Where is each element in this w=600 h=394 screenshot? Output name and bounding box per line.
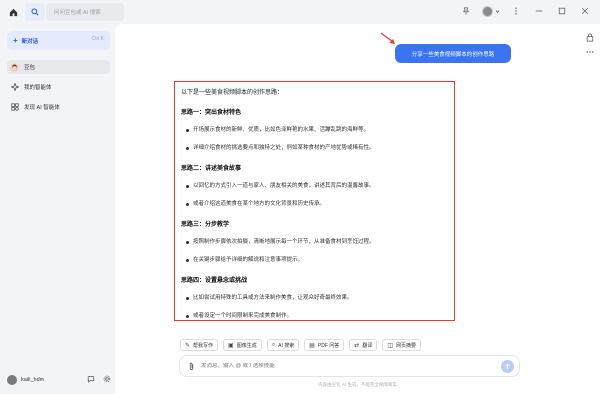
image-icon: ▣ — [228, 342, 234, 349]
chip-label: PDF 问答 — [317, 342, 340, 349]
pen-icon: ✎ — [185, 342, 191, 349]
assistant-response: 以下是一些美食视频脚本的创作思路： 思路一：突出食材特色 开场展示食材的新鲜、优… — [174, 81, 455, 321]
chip-web-summary[interactable]: ◫ 网页摘要 — [382, 339, 422, 351]
avatar — [7, 375, 17, 385]
chat-panel: 分享一些美食视频脚本的创作思路 以下是一些美食视频脚本的创作思路： 思路一：突出… — [115, 24, 600, 394]
user-actions — [87, 375, 111, 383]
avatar — [482, 5, 493, 17]
minimize-icon — [535, 10, 543, 12]
chevron-down-icon — [495, 9, 500, 13]
sidebar-item-label: 发现 AI 智能体 — [24, 105, 60, 111]
home-icon — [9, 8, 17, 16]
chip-pdf-qa[interactable]: ▤ PDF 问答 — [304, 339, 345, 351]
chip-label: 网页摘要 — [396, 342, 417, 349]
chip-image-generation[interactable]: ▣ 图像生成 — [223, 339, 262, 351]
window-controls — [459, 4, 592, 18]
maximize-icon — [558, 7, 566, 15]
list-item: 比如尝试用特殊的工具或方法来制作美食，让观众好奇最终效果。 — [181, 295, 448, 302]
section-title: 思路四：设置悬念或挑战 — [181, 278, 248, 284]
user-profile[interactable]: kaili_hdm — [7, 373, 111, 387]
chat-bubble-icon[interactable] — [87, 375, 95, 383]
list-item: 以回忆的方式引入一道与家人、朋友相关的美食，讲述其背后的温馨故事。 — [181, 183, 448, 190]
arrow-up-icon — [505, 363, 510, 369]
search-tab-button[interactable] — [25, 3, 45, 21]
doubao-avatar-icon — [10, 62, 19, 72]
skill-chips: ✎ 帮我写作 ▣ 图像生成 ⌕ AI 搜索 ▤ PDF 问答 ⇄ 翻译 ◫ 网页… — [180, 339, 422, 351]
list-item: 开场展示食材的新鲜、优质，比如色泽鲜艳的水果、活蹦乱跳的海鲜等。 — [181, 127, 448, 134]
chip-translate[interactable]: ⇄ 翻译 — [349, 339, 378, 351]
close-button[interactable] — [578, 4, 592, 18]
gear-icon[interactable] — [103, 375, 111, 383]
pin-button[interactable] — [459, 4, 473, 18]
message-input[interactable] — [201, 363, 481, 369]
maximize-button[interactable] — [555, 4, 569, 18]
list-item: 或者设定一个时间限制来完成美食制作。 — [181, 313, 448, 320]
search-icon — [31, 8, 39, 16]
new-chat-button[interactable]: + 新对话 Ctrl K — [7, 31, 110, 50]
message-composer — [179, 355, 520, 377]
chip-label: 翻译 — [362, 342, 373, 349]
sparkle-icon — [10, 83, 19, 92]
sidebar-item-my-agents[interactable]: 我的智能体 — [7, 80, 110, 94]
attachment-icon[interactable] — [188, 362, 195, 371]
more-horizontal-icon[interactable] — [586, 50, 594, 54]
title-bar: 问问豆包或 AI 搜索 — [0, 0, 600, 24]
translate-icon: ⇄ — [354, 342, 360, 349]
pin-icon — [462, 7, 470, 15]
section-2: 思路二：讲述美食故事 以回忆的方式引入一道与家人、朋友相关的美食，讲述其背后的温… — [181, 163, 448, 208]
chip-writing[interactable]: ✎ 帮我写作 — [180, 339, 219, 351]
user-message-bubble: 分享一些美食视频脚本的创作思路 — [395, 44, 511, 63]
more-vertical-icon — [515, 7, 517, 15]
section-4: 思路四：设置悬念或挑战 比如尝试用特殊的工具或方法来制作美食，让观众好奇最终效果… — [181, 275, 448, 320]
home-button[interactable] — [6, 5, 20, 19]
minimize-button[interactable] — [532, 4, 546, 18]
search-icon: ⌕ — [271, 341, 276, 348]
grid-icon — [10, 103, 19, 112]
annotation-arrow — [380, 32, 395, 44]
section-3: 思路三：分步教学 按照制作步骤依次拍摄，清晰地展示每一个环节，从准备食材到烹饪过… — [181, 219, 448, 264]
section-1: 思路一：突出食材特色 开场展示食材的新鲜、优质，比如色泽鲜艳的水果、活蹦乱跳的海… — [181, 107, 448, 152]
section-title: 思路二：讲述美食故事 — [181, 166, 242, 172]
app-window: 问问豆包或 AI 搜索 + 新对话 Ctrl K 豆包 我的智能体 发现 AI … — [0, 0, 600, 394]
sidebar: + 新对话 Ctrl K 豆包 我的智能体 发现 AI 智能体 kaili_hd… — [0, 24, 115, 394]
search-input[interactable]: 问问豆包或 AI 搜索 — [46, 3, 124, 21]
sidebar-item-label: 豆包 — [24, 65, 36, 71]
user-name: kaili_hdm — [21, 377, 45, 383]
new-chat-label: 新对话 — [21, 38, 39, 45]
list-item: 详细介绍食材的挑选要点和独特之处，例如某种食材的产地优势或稀有性。 — [181, 145, 448, 152]
list-item: 或者介绍这道美食在某个地方的文化背景和历史传承。 — [181, 201, 448, 208]
chip-label: 帮我写作 — [193, 342, 214, 349]
sidebar-item-discover-agents[interactable]: 发现 AI 智能体 — [7, 100, 110, 114]
sidebar-item-label: 我的智能体 — [24, 85, 52, 91]
user-message-text: 分享一些美食视频脚本的创作思路 — [411, 51, 495, 58]
list-item: 在关键步骤给予详细的解说和注意事项提示。 — [181, 257, 448, 264]
pdf-icon: ▤ — [309, 342, 315, 349]
account-menu[interactable] — [482, 4, 500, 18]
close-icon — [581, 7, 589, 15]
section-title: 思路一：突出食材特色 — [181, 110, 242, 116]
disclaimer: 内容由豆包 AI 生成，不能完全保障真实 — [318, 382, 397, 387]
response-intro: 以下是一些美食视频脚本的创作思路： — [181, 90, 284, 96]
lock-icon[interactable] — [586, 33, 594, 42]
sidebar-item-doubao[interactable]: 豆包 — [7, 60, 110, 74]
plus-icon: + — [13, 36, 18, 45]
chip-label: AI 搜索 — [278, 342, 295, 349]
section-title: 思路三：分步教学 — [181, 222, 230, 228]
side-tools — [586, 33, 594, 54]
more-button[interactable] — [509, 4, 523, 18]
chip-label: 图像生成 — [236, 342, 257, 349]
new-chat-shortcut: Ctrl K — [91, 36, 105, 42]
web-icon: ◫ — [387, 342, 394, 349]
chip-ai-search[interactable]: ⌕ AI 搜索 — [266, 339, 300, 351]
send-button[interactable] — [501, 360, 514, 373]
list-item: 按照制作步骤依次拍摄，清晰地展示每一个环节，从准备食材到烹饪过程。 — [181, 239, 448, 246]
